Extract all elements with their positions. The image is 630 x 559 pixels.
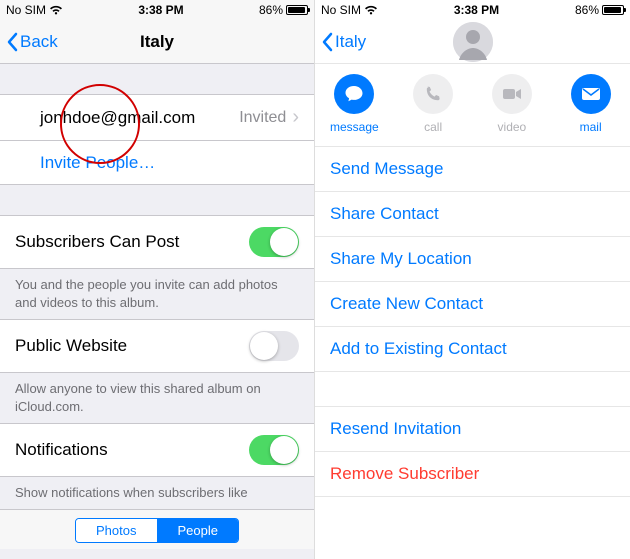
public-website-footer: Allow anyone to view this shared album o… — [0, 373, 314, 423]
nav-bar: Italy — [315, 20, 630, 64]
battery-pct-label: 86% — [259, 3, 283, 17]
back-label: Italy — [335, 32, 366, 52]
battery-pct-label: 86% — [575, 3, 599, 17]
album-settings-screen: No SIM 3:38 PM 86% Back Italy — [0, 0, 315, 559]
segmented-control: Photos People — [75, 518, 239, 543]
wifi-icon — [49, 4, 63, 16]
video-label: video — [498, 120, 527, 134]
battery-icon — [602, 5, 624, 15]
message-icon — [334, 74, 374, 114]
chevron-left-icon — [6, 32, 18, 52]
invite-label: Invite People… — [40, 153, 155, 173]
person-icon — [453, 22, 493, 62]
mail-icon — [571, 74, 611, 114]
segment-people[interactable]: People — [157, 519, 238, 542]
share-location-button[interactable]: Share My Location — [315, 237, 630, 282]
call-action[interactable]: call — [398, 74, 468, 134]
subscribers-can-post-footer: You and the people you invite can add ph… — [0, 269, 314, 319]
back-button[interactable]: Back — [6, 20, 58, 63]
wifi-icon — [364, 4, 378, 16]
video-action[interactable]: video — [477, 74, 547, 134]
share-contact-button[interactable]: Share Contact — [315, 192, 630, 237]
status-bar: No SIM 3:38 PM 86% — [315, 0, 630, 20]
mail-label: mail — [580, 120, 602, 134]
tab-bar: Photos People — [0, 509, 314, 549]
nav-bar: Back Italy — [0, 20, 314, 64]
public-website-label: Public Website — [15, 336, 249, 356]
message-label: message — [330, 120, 379, 134]
subscribers-can-post-label: Subscribers Can Post — [15, 232, 249, 252]
carrier-label: No SIM — [6, 3, 46, 17]
contact-detail-screen: No SIM 3:38 PM 86% Italy — [315, 0, 630, 559]
battery-icon — [286, 5, 308, 15]
notifications-toggle[interactable] — [249, 435, 299, 465]
subscribers-can-post-row: Subscribers Can Post — [0, 215, 314, 269]
subscriber-row[interactable]: jonhdoe@gmail.com Invited › — [0, 94, 314, 141]
back-button[interactable]: Italy — [321, 20, 366, 63]
phone-icon — [413, 74, 453, 114]
chevron-left-icon — [321, 32, 333, 52]
clock-label: 3:38 PM — [454, 3, 499, 17]
add-existing-contact-button[interactable]: Add to Existing Contact — [315, 327, 630, 372]
status-bar: No SIM 3:38 PM 86% — [0, 0, 314, 20]
contact-actions-row: message call video mail — [315, 64, 630, 147]
resend-invitation-button[interactable]: Resend Invitation — [315, 406, 630, 452]
create-contact-button[interactable]: Create New Contact — [315, 282, 630, 327]
back-label: Back — [20, 32, 58, 52]
invite-people-button[interactable]: Invite People… — [0, 141, 314, 185]
public-website-toggle[interactable] — [249, 331, 299, 361]
mail-action[interactable]: mail — [556, 74, 626, 134]
subscriber-status: Invited — [239, 109, 286, 127]
page-title: Italy — [140, 32, 174, 52]
send-message-button[interactable]: Send Message — [315, 147, 630, 192]
subscribers-can-post-toggle[interactable] — [249, 227, 299, 257]
segment-photos[interactable]: Photos — [76, 519, 156, 542]
message-action[interactable]: message — [319, 74, 389, 134]
chevron-right-icon: › — [286, 106, 299, 129]
clock-label: 3:38 PM — [138, 3, 183, 17]
carrier-label: No SIM — [321, 3, 361, 17]
subscriber-email: jonhdoe@gmail.com — [40, 108, 239, 128]
contact-avatar — [453, 22, 493, 62]
notifications-label: Notifications — [15, 440, 249, 460]
remove-subscriber-button[interactable]: Remove Subscriber — [315, 452, 630, 497]
call-label: call — [424, 120, 442, 134]
public-website-row: Public Website — [0, 319, 314, 373]
notifications-row: Notifications — [0, 423, 314, 477]
video-icon — [492, 74, 532, 114]
